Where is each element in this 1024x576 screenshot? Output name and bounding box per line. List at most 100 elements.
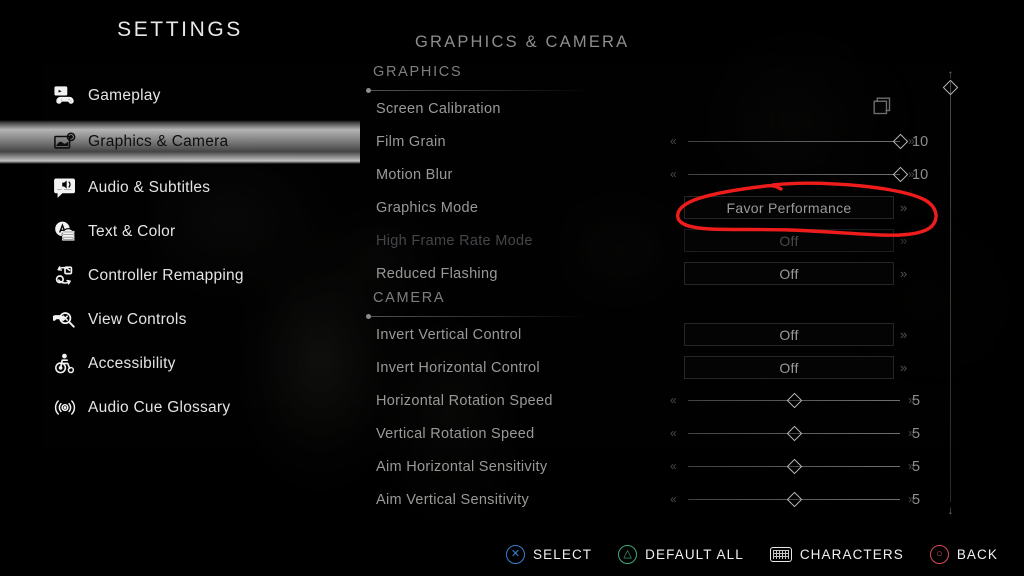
option-label: Invert Vertical Control: [376, 326, 522, 343]
audio-cue-glossary-icon: [52, 396, 78, 420]
option-row[interactable]: Horizontal Rotation Speed «» 5: [360, 384, 1024, 417]
sidebar-item-gameplay[interactable]: Gameplay: [0, 76, 360, 116]
sidebar-item-label: Audio & Subtitles: [88, 179, 211, 196]
settings-content: GRAPHICS & CAMERA GRAPHICS Screen Calibra…: [360, 0, 1024, 576]
section-heading: GRAPHICS: [360, 64, 1024, 93]
option-slider[interactable]: «»: [670, 488, 920, 511]
slider-decrease-arrow[interactable]: «: [670, 426, 677, 440]
section-divider: [366, 88, 590, 93]
controller-remapping-icon: [52, 264, 78, 288]
section-page-title: GRAPHICS & CAMERA: [415, 33, 630, 51]
slider-track[interactable]: [688, 174, 900, 175]
option-row[interactable]: Film Grain «» 10: [360, 125, 1024, 158]
slider-value: 10: [912, 133, 929, 150]
scrollbar-thumb[interactable]: [942, 79, 959, 96]
option-slider[interactable]: «»: [670, 389, 920, 412]
settings-sidebar: SETTINGS Gameplay Graphics & Camera Audio …: [0, 0, 360, 576]
button-prompt[interactable]: △ DEFAULT ALL: [618, 544, 744, 564]
slider-knob[interactable]: [786, 425, 802, 442]
circle-button-icon[interactable]: ○: [929, 544, 949, 564]
slider-knob[interactable]: [786, 392, 802, 409]
option-row[interactable]: Vertical Rotation Speed «» 5: [360, 417, 1024, 450]
option-value-box: Off: [684, 229, 894, 252]
option-row[interactable]: Reduced Flashing Off »: [360, 257, 1024, 290]
option-row[interactable]: Aim Vertical Sensitivity «» 5: [360, 483, 1024, 516]
sidebar-item-text-color[interactable]: Text & Color: [0, 212, 360, 252]
option-label: Aim Horizontal Sensitivity: [376, 458, 548, 475]
option-label: Motion Blur: [376, 166, 453, 183]
option-value: Off: [779, 326, 799, 343]
triangle-button-icon[interactable]: △: [618, 544, 638, 564]
section-heading-label: CAMERA: [373, 290, 446, 306]
section-heading: CAMERA: [360, 290, 1024, 319]
option-slider[interactable]: «»: [670, 163, 920, 186]
option-row[interactable]: Aim Horizontal Sensitivity «» 5: [360, 450, 1024, 483]
slider-knob[interactable]: [786, 491, 802, 508]
option-value: Off: [779, 265, 799, 282]
option-label: Invert Horizontal Control: [376, 359, 540, 376]
option-value-box[interactable]: Favor Performance: [684, 196, 894, 219]
option-next-arrow[interactable]: »: [900, 360, 907, 375]
option-row[interactable]: Motion Blur «» 10: [360, 158, 1024, 191]
button-prompt[interactable]: ○ BACK: [929, 544, 998, 564]
option-label: Graphics Mode: [376, 199, 479, 216]
slider-knob[interactable]: [892, 166, 908, 183]
scroll-down-arrow[interactable]: ↓: [944, 504, 957, 516]
option-row: High Frame Rate Mode Off »: [360, 224, 1024, 257]
touchpad-button-icon[interactable]: [769, 546, 792, 562]
button-prompt[interactable]: ✕ SELECT: [506, 544, 593, 564]
slider-value: 5: [912, 425, 921, 442]
option-value: Off: [779, 232, 799, 249]
scroll-up-arrow[interactable]: ↑: [944, 68, 957, 80]
slider-decrease-arrow[interactable]: «: [670, 393, 677, 407]
sidebar-item-label: Audio Cue Glossary: [88, 399, 231, 416]
page-title: SETTINGS: [117, 18, 243, 41]
scrollbar-track[interactable]: [950, 82, 951, 502]
cross-button-icon[interactable]: ✕: [506, 544, 526, 564]
button-prompt-label: BACK: [956, 546, 998, 562]
slider-decrease-arrow[interactable]: «: [670, 459, 677, 473]
button-prompt[interactable]: CHARACTERS: [769, 546, 904, 562]
slider-knob[interactable]: [892, 133, 908, 150]
stacked-squares-icon[interactable]: [872, 96, 893, 122]
accessibility-icon: [52, 352, 78, 376]
section-heading-label: GRAPHICS: [373, 64, 463, 80]
sidebar-item-audio-subtitles[interactable]: Audio & Subtitles: [0, 168, 360, 208]
option-value-box[interactable]: Off: [684, 356, 894, 379]
sidebar-nav-list: Gameplay Graphics & Camera Audio & Subtitl…: [0, 76, 360, 432]
sidebar-item-graphics-camera[interactable]: Graphics & Camera: [0, 120, 360, 164]
option-row[interactable]: Screen Calibration: [360, 92, 1024, 125]
sidebar-item-accessibility[interactable]: Accessibility: [0, 344, 360, 384]
option-next-arrow[interactable]: »: [900, 327, 907, 342]
option-slider[interactable]: «»: [670, 130, 920, 153]
button-prompt-label: CHARACTERS: [799, 546, 904, 562]
option-value-box[interactable]: Off: [684, 323, 894, 346]
slider-track[interactable]: [688, 141, 900, 142]
option-row[interactable]: Invert Horizontal Control Off »: [360, 351, 1024, 384]
option-next-arrow[interactable]: »: [900, 200, 907, 215]
text-color-icon: [52, 220, 78, 244]
sidebar-item-label: Text & Color: [88, 223, 176, 240]
option-value-box[interactable]: Off: [684, 262, 894, 285]
sidebar-item-audio-cue-glossary[interactable]: Audio Cue Glossary: [0, 388, 360, 428]
slider-decrease-arrow[interactable]: «: [670, 167, 677, 181]
option-row[interactable]: Graphics Mode Favor Performance »: [360, 191, 1024, 224]
option-next-arrow[interactable]: »: [900, 266, 907, 281]
slider-decrease-arrow[interactable]: «: [670, 134, 677, 148]
sidebar-item-view-controls[interactable]: View Controls: [0, 300, 360, 340]
button-prompt-label: DEFAULT ALL: [645, 546, 744, 562]
option-value: Off: [779, 359, 799, 376]
option-label: High Frame Rate Mode: [376, 232, 533, 249]
sidebar-item-controller-remapping[interactable]: Controller Remapping: [0, 256, 360, 296]
slider-knob[interactable]: [786, 458, 802, 475]
option-slider[interactable]: «»: [670, 455, 920, 478]
scrollbar[interactable]: ↑ ↓: [942, 68, 960, 518]
button-prompt-label: SELECT: [533, 546, 593, 562]
option-label: Reduced Flashing: [376, 265, 498, 282]
option-slider[interactable]: «»: [670, 422, 920, 445]
option-label: Vertical Rotation Speed: [376, 425, 535, 442]
option-label: Horizontal Rotation Speed: [376, 392, 553, 409]
option-row[interactable]: Invert Vertical Control Off »: [360, 318, 1024, 351]
slider-decrease-arrow[interactable]: «: [670, 492, 677, 506]
option-label: Aim Vertical Sensitivity: [376, 491, 530, 508]
